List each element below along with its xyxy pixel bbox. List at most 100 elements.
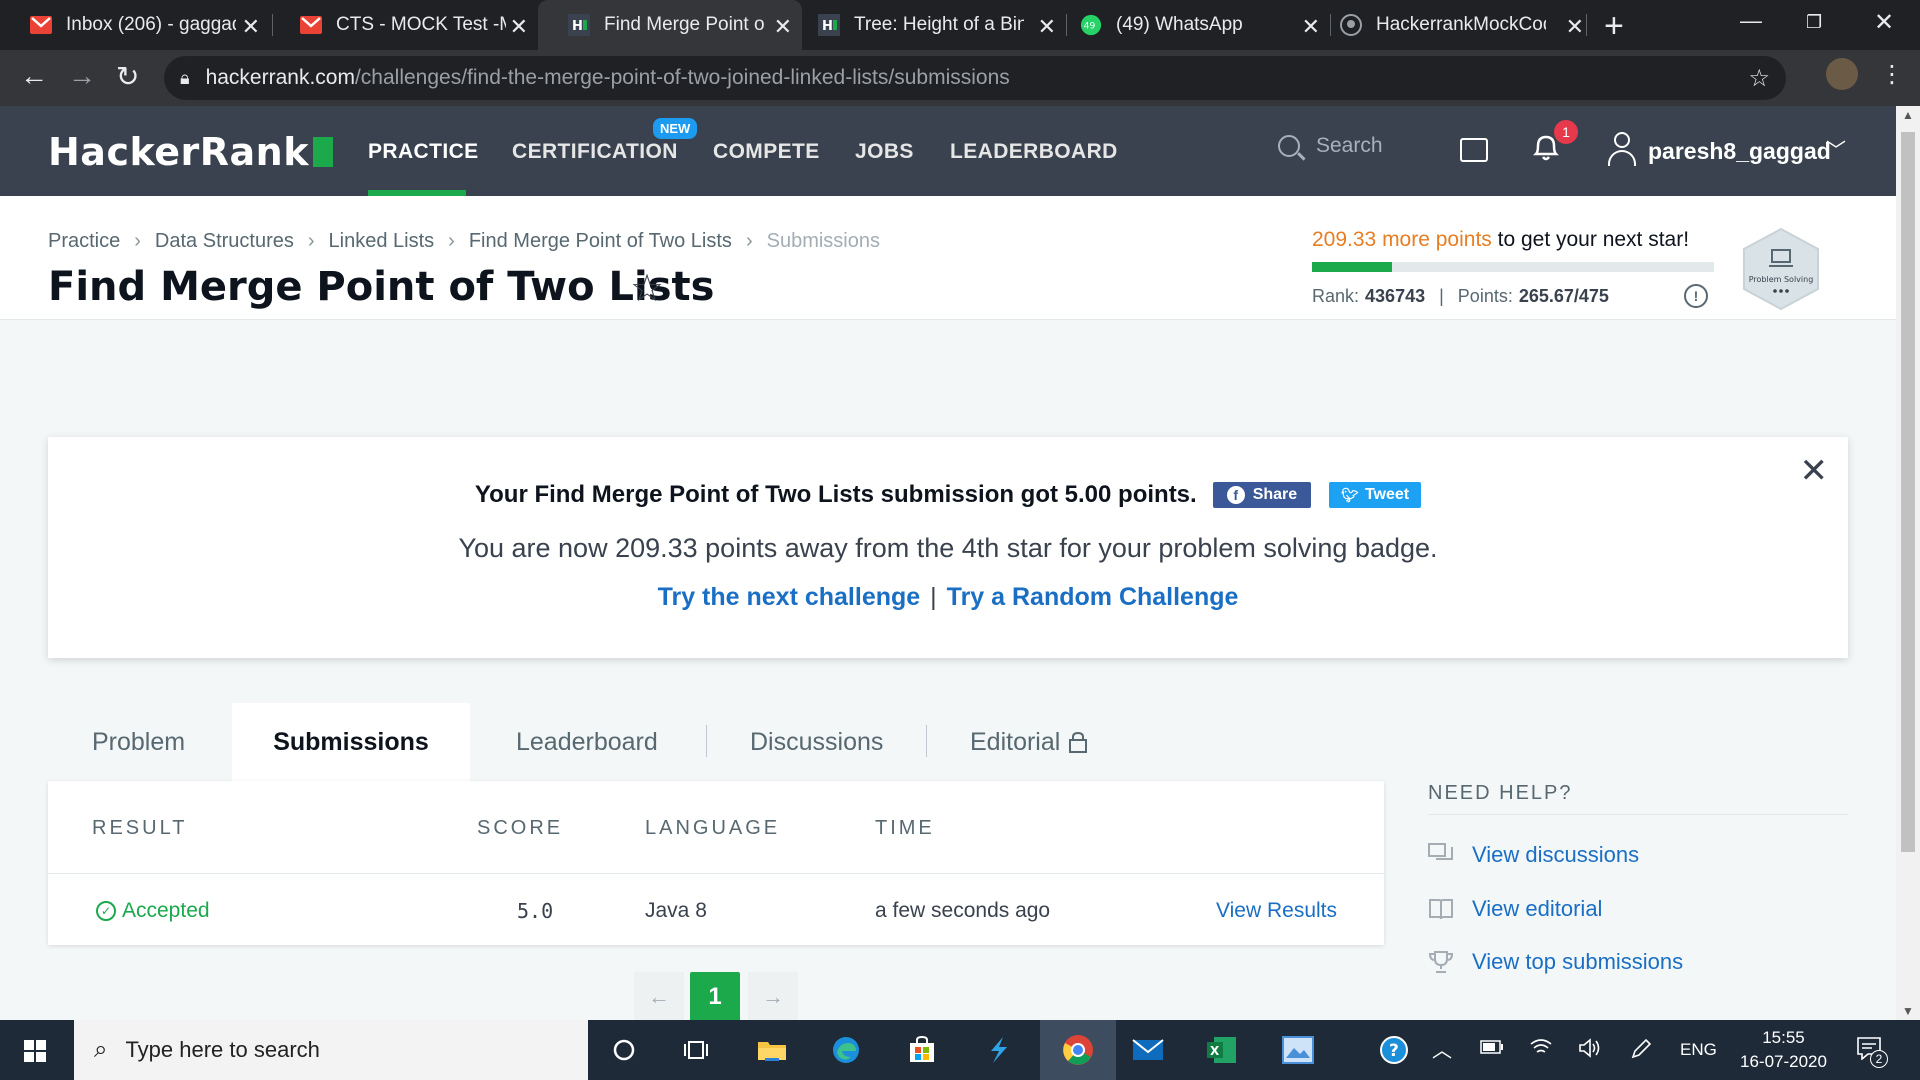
breadcrumb-data-structures[interactable]: Data Structures: [155, 230, 294, 253]
close-tab-icon[interactable]: ✕: [510, 14, 528, 40]
view-discussions-link[interactable]: View discussions: [1428, 842, 1639, 868]
random-challenge-link[interactable]: Try a Random Challenge: [947, 583, 1239, 611]
browser-menu-icon[interactable]: ⋮: [1880, 60, 1904, 89]
bookmark-star-icon[interactable]: ☆: [630, 266, 664, 311]
points-value: 265.67/475: [1518, 286, 1609, 306]
browser-tab-cts-mock[interactable]: CTS - MOCK Test -M ✕: [270, 0, 538, 50]
view-discussions-label: View discussions: [1472, 842, 1640, 867]
wifi-icon[interactable]: [1530, 1038, 1552, 1061]
tab-leaderboard[interactable]: Leaderboard: [516, 703, 658, 781]
new-tab-icon[interactable]: +: [1604, 7, 1624, 46]
search-icon: [1278, 135, 1300, 157]
divider: |: [1439, 286, 1444, 306]
image-viewer-icon[interactable]: [1278, 1030, 1318, 1070]
info-icon[interactable]: !: [1684, 284, 1708, 308]
chevron-down-icon[interactable]: ﹀: [1826, 134, 1846, 163]
nav-practice[interactable]: PRACTICE: [368, 140, 479, 164]
action-center-count-badge: 2: [1870, 1050, 1888, 1068]
column-header-result: RESULT: [92, 817, 188, 839]
scroll-up-arrow-icon[interactable]: ▲: [1902, 108, 1914, 122]
microsoft-store-icon[interactable]: [902, 1030, 942, 1070]
hackerrank-logo[interactable]: HackerRank: [48, 130, 333, 174]
browser-tab-gmail-inbox[interactable]: Inbox (206) - gaggad ✕: [0, 0, 270, 50]
breadcrumb-practice[interactable]: Practice: [48, 230, 120, 253]
clock-date: 16-07-2020: [1740, 1052, 1827, 1071]
close-tab-icon[interactable]: ✕: [1302, 14, 1320, 40]
username-menu[interactable]: paresh8_gaggad: [1648, 138, 1831, 165]
taskbar-search-box[interactable]: ⌕ Type here to search: [74, 1020, 588, 1080]
bookmark-star-icon[interactable]: ☆: [1748, 64, 1770, 93]
tweet-button[interactable]: 🐦︎ Tweet: [1329, 482, 1422, 508]
next-page-arrow-icon[interactable]: →: [748, 972, 798, 1020]
battery-icon[interactable]: [1480, 1038, 1504, 1059]
points-needed: 209.33 more points: [1312, 228, 1492, 251]
browser-tab-whatsapp[interactable]: 49 (49) WhatsApp ✕: [1066, 0, 1330, 50]
nav-compete[interactable]: COMPETE: [713, 140, 820, 164]
view-top-submissions-label: View top submissions: [1472, 949, 1684, 974]
back-arrow-icon[interactable]: ←: [20, 60, 48, 92]
help-icon[interactable]: ?: [1374, 1030, 1414, 1070]
page-number-current[interactable]: 1: [690, 972, 740, 1020]
chrome-icon[interactable]: [1040, 1020, 1116, 1080]
close-tab-icon[interactable]: ✕: [1566, 14, 1584, 40]
tab-discussions[interactable]: Discussions: [750, 703, 883, 781]
restore-window-icon[interactable]: ❐: [1806, 12, 1822, 33]
page-viewport: HackerRank PRACTICE CERTIFICATION NEW CO…: [0, 106, 1896, 1020]
svg-text:H: H: [572, 19, 583, 34]
minimize-window-icon[interactable]: —: [1740, 8, 1762, 34]
tab-problem[interactable]: Problem: [92, 703, 185, 781]
visual-studio-code-icon[interactable]: [978, 1030, 1018, 1070]
edge-browser-icon[interactable]: [826, 1030, 866, 1070]
browser-tab-github[interactable]: HackerrankMockCod ✕: [1330, 0, 1594, 50]
forward-arrow-icon[interactable]: →: [68, 60, 96, 92]
view-editorial-link[interactable]: View editorial: [1428, 896, 1602, 922]
pen-ink-icon[interactable]: [1630, 1038, 1652, 1065]
input-language[interactable]: ENG: [1680, 1040, 1717, 1060]
address-bar[interactable]: 🔒︎ hackerrank.com/challenges/find-the-me…: [164, 56, 1786, 100]
excel-icon[interactable]: X: [1202, 1030, 1242, 1070]
mail-icon[interactable]: [1128, 1030, 1168, 1070]
breadcrumb: Practice › Data Structures › Linked List…: [48, 230, 880, 253]
browser-profile-avatar[interactable]: [1826, 58, 1858, 90]
user-icon[interactable]: [1608, 132, 1636, 166]
nav-jobs[interactable]: JOBS: [855, 140, 914, 164]
page-scrollbar[interactable]: ▲ ▼: [1896, 106, 1920, 1020]
show-hidden-icons-chevron-icon[interactable]: ︿: [1432, 1034, 1452, 1063]
prev-page-arrow-icon[interactable]: ←: [634, 972, 684, 1020]
next-challenge-link[interactable]: Try the next challenge: [658, 583, 921, 611]
reload-icon[interactable]: ↻: [116, 60, 139, 93]
view-top-submissions-link[interactable]: View top submissions: [1428, 949, 1683, 975]
header-search[interactable]: Search: [1278, 134, 1383, 158]
browser-tab-strip: Inbox (206) - gaggad ✕ CTS - MOCK Test -…: [0, 0, 1920, 50]
browser-tab-find-merge-point[interactable]: H Find Merge Point of T ✕: [538, 0, 802, 50]
windows-start-icon[interactable]: [24, 1040, 46, 1062]
close-tab-icon[interactable]: ✕: [242, 14, 260, 40]
view-results-link[interactable]: View Results: [1216, 899, 1337, 923]
browser-tab-tree-height[interactable]: H Tree: Height of a Bina ✕: [802, 0, 1066, 50]
submission-success-banner: ✕ Your Find Merge Point of Two Lists sub…: [48, 437, 1848, 658]
tab-title: (49) WhatsApp: [1116, 14, 1243, 35]
close-window-icon[interactable]: ✕: [1874, 8, 1894, 37]
nav-leaderboard[interactable]: LEADERBOARD: [950, 140, 1118, 164]
messages-icon[interactable]: [1460, 138, 1488, 162]
volume-icon[interactable]: [1578, 1038, 1602, 1063]
file-explorer-icon[interactable]: [752, 1030, 792, 1070]
problem-solving-badge[interactable]: Problem Solving: [1738, 226, 1824, 312]
breadcrumb-linked-lists[interactable]: Linked Lists: [329, 230, 435, 253]
task-view-icon[interactable]: [676, 1030, 716, 1070]
scroll-down-arrow-icon[interactable]: ▼: [1902, 1004, 1914, 1018]
breadcrumb-challenge[interactable]: Find Merge Point of Two Lists: [469, 230, 732, 253]
close-tab-icon[interactable]: ✕: [1038, 14, 1056, 40]
system-clock[interactable]: 15:55 16-07-2020: [1740, 1026, 1827, 1074]
language-value: Java 8: [645, 899, 707, 922]
cortana-icon[interactable]: [604, 1030, 644, 1070]
tab-submissions[interactable]: Submissions: [232, 703, 470, 781]
points-suffix: to get your next star!: [1491, 228, 1690, 251]
facebook-share-button[interactable]: f Share: [1212, 482, 1312, 508]
tab-editorial[interactable]: Editorial: [970, 703, 1088, 781]
hackerrank-header: HackerRank PRACTICE CERTIFICATION NEW CO…: [0, 106, 1896, 196]
scrollbar-thumb[interactable]: [1901, 132, 1915, 852]
nav-certification[interactable]: CERTIFICATION: [512, 140, 678, 164]
close-tab-icon[interactable]: ✕: [774, 14, 792, 40]
hackerrank-icon: H: [818, 14, 840, 36]
